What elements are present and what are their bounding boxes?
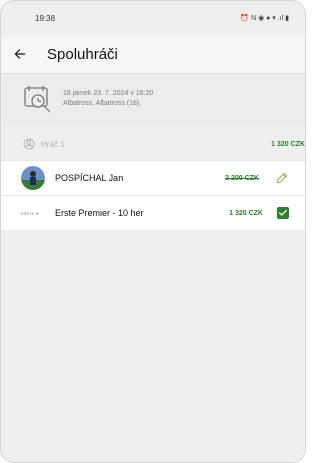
membership-row[interactable]: ERSTE ⊛ Erste Premier - 10 her 1 320 CZK	[1, 195, 305, 230]
status-bar: 19:38 ⏰ N ◉ ● ▾ .ıl ▮	[1, 1, 305, 35]
reservation-line-2: Albatross, Albatross (18).	[63, 100, 142, 107]
player-header: Hráč 1 1 320 CZK	[1, 124, 305, 160]
player-label-group: Hráč 1	[23, 138, 65, 150]
checkmark-icon	[279, 209, 287, 216]
user-circle-icon	[23, 138, 35, 150]
original-price: 2 200 CZK	[225, 174, 259, 182]
player-row[interactable]: POSPÍCHAL Jan 2 200 CZK	[1, 160, 305, 195]
app-bar: Spoluhráči	[1, 35, 305, 73]
page-title: Spoluhráči	[47, 45, 118, 63]
avatar	[21, 166, 45, 190]
reservation-line-1: 18 jamek 23. 7. 2024 v 16:20	[63, 90, 154, 97]
edit-pencil-icon[interactable]	[275, 171, 289, 185]
calendar-time-icon	[24, 86, 51, 113]
back-button[interactable]	[13, 47, 41, 61]
reservation-info: 18 jamek 23. 7. 2024 v 16:20 Albatross, …	[1, 74, 305, 124]
status-icons: ⏰ N ◉ ● ▾ .ıl ▮	[240, 15, 289, 22]
erste-logo: ERSTE ⊛	[21, 210, 39, 216]
arrow-left-icon	[14, 49, 26, 59]
player-name: POSPÍCHAL Jan	[55, 173, 124, 183]
status-time: 19:38	[35, 13, 56, 23]
player-total: 1 320 CZK	[271, 140, 305, 148]
membership-name: Erste Premier - 10 her	[55, 208, 144, 218]
membership-checkbox[interactable]	[277, 207, 289, 219]
phone-screen: 19:38 ⏰ N ◉ ● ▾ .ıl ▮ Spoluhráči 18 jame…	[0, 0, 306, 463]
membership-price: 1 320 CZK	[229, 209, 263, 217]
reservation-text: 18 jamek 23. 7. 2024 v 16:20 Albatross, …	[63, 89, 153, 109]
player-label: Hráč 1	[41, 139, 65, 149]
avatar-image	[21, 166, 45, 190]
